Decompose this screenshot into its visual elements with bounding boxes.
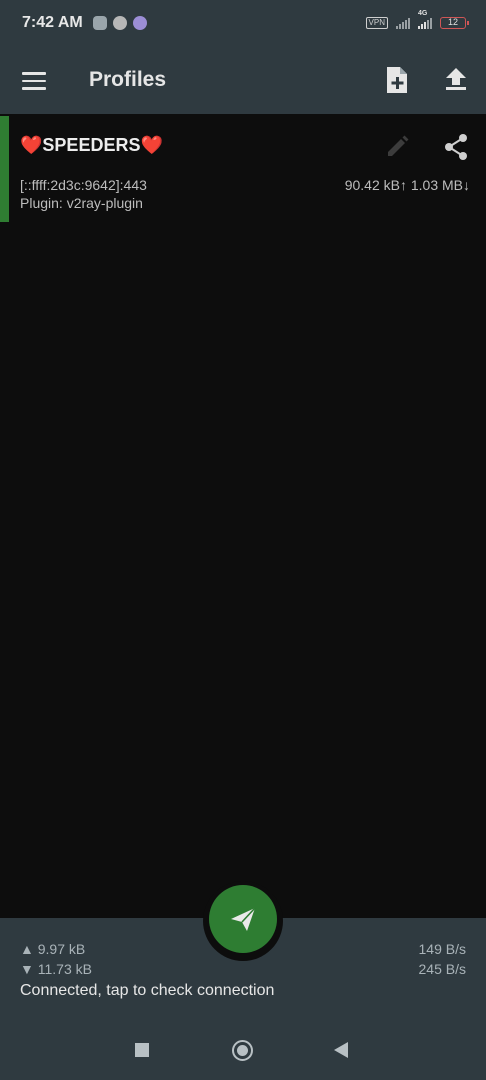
vpn-indicator: VPN bbox=[365, 17, 388, 29]
connection-status[interactable]: Connected, tap to check connection bbox=[20, 982, 274, 1000]
share-icon[interactable] bbox=[442, 133, 470, 161]
upload-icon[interactable] bbox=[444, 66, 470, 94]
messenger-icon bbox=[132, 16, 147, 30]
battery-icon: 12 bbox=[440, 17, 469, 29]
profile-name: ❤️SPEEDERS❤️ bbox=[20, 135, 163, 156]
upload-rate: 149 B/s bbox=[418, 941, 466, 957]
home-button[interactable] bbox=[232, 1040, 253, 1061]
notification-icons bbox=[92, 16, 147, 30]
add-profile-file-icon[interactable] bbox=[385, 66, 411, 94]
profile-name-text: SPEEDERS bbox=[42, 135, 141, 155]
connect-fab-button[interactable] bbox=[209, 885, 277, 953]
profile-card[interactable]: ❤️SPEEDERS❤️ [::ffff:2d3c:9642]:443 Plug… bbox=[0, 116, 486, 222]
menu-icon[interactable] bbox=[22, 72, 46, 90]
telegram-icon bbox=[92, 16, 107, 30]
send-icon bbox=[231, 907, 256, 931]
battery-level: 12 bbox=[447, 17, 458, 27]
download-rate: 245 B/s bbox=[418, 961, 466, 977]
signal-4g-icon: 4G bbox=[418, 10, 432, 29]
status-bar: 7:42 AM VPN 4G 12 bbox=[0, 0, 486, 46]
profile-traffic: 90.42 kB↑ 1.03 MB↓ bbox=[344, 177, 470, 193]
download-total: ▼ 11.73 kB bbox=[20, 961, 92, 977]
status-time: 7:42 AM bbox=[22, 14, 83, 31]
signal-icon bbox=[396, 17, 410, 29]
system-icons: VPN 4G 12 bbox=[365, 10, 469, 29]
edit-icon[interactable] bbox=[384, 134, 410, 160]
profile-plugin: Plugin: v2ray-plugin bbox=[20, 195, 143, 211]
chrome-icon bbox=[112, 16, 127, 30]
network-type-label: 4G bbox=[418, 10, 428, 17]
heart-icon: ❤️ bbox=[20, 135, 43, 155]
recents-button[interactable] bbox=[135, 1043, 149, 1057]
page-title: Profiles bbox=[89, 68, 167, 91]
heart-icon: ❤️ bbox=[140, 135, 163, 155]
app-toolbar: Profiles bbox=[0, 46, 486, 114]
back-button[interactable] bbox=[334, 1042, 348, 1058]
selected-indicator bbox=[0, 116, 9, 222]
profile-address: [::ffff:2d3c:9642]:443 bbox=[20, 177, 147, 193]
upload-total: ▲ 9.97 kB bbox=[20, 941, 86, 957]
